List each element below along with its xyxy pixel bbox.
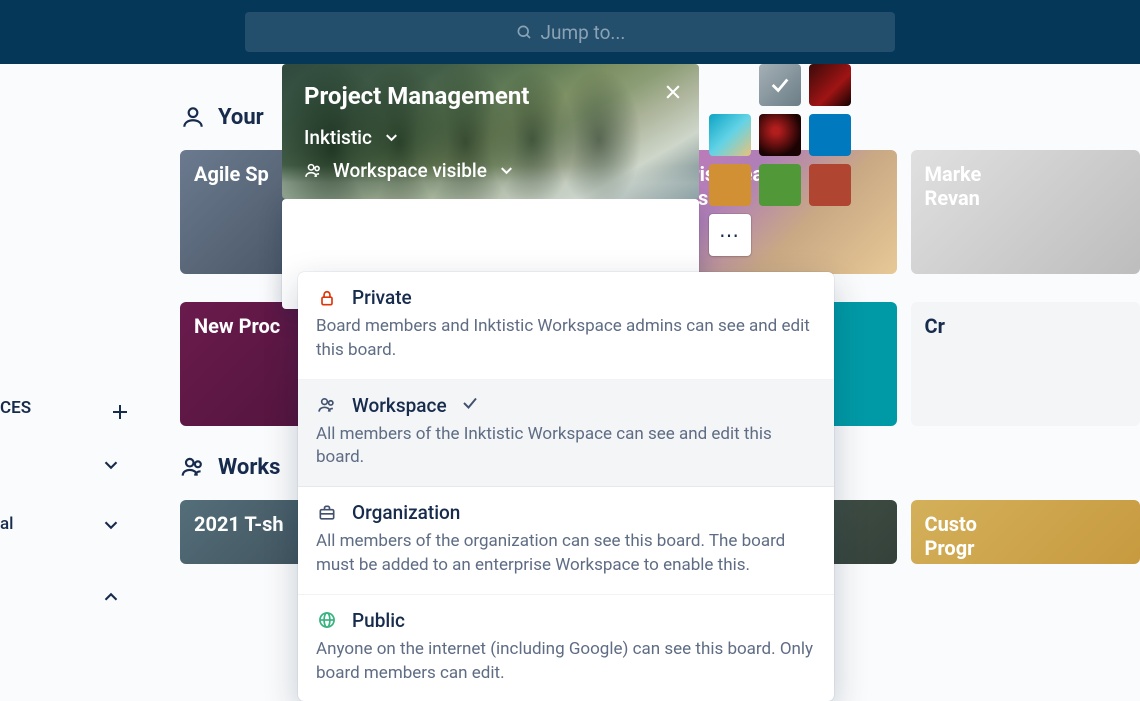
background-swatch-waves[interactable] (709, 114, 751, 156)
visibility-option-public[interactable]: Public Anyone on the internet (including … (298, 595, 834, 701)
visibility-option-label: Private (352, 286, 412, 309)
background-swatch-orange[interactable] (709, 164, 751, 206)
chevron-down-icon[interactable] (100, 454, 122, 476)
chevron-down-icon (497, 161, 516, 180)
background-swatch-blue[interactable] (809, 114, 851, 156)
search-input[interactable]: Jump to... (245, 12, 895, 52)
workspace-selector[interactable]: Inktistic (304, 126, 677, 149)
section-your-label: Your (218, 105, 264, 130)
background-swatch-green[interactable] (759, 164, 801, 206)
people-icon (316, 395, 338, 415)
search-placeholder: Jump to... (541, 21, 626, 44)
background-more-button[interactable]: ⋯ (709, 214, 751, 256)
people-icon (304, 161, 323, 180)
section-workspace-label: Works (218, 455, 280, 480)
board-tile[interactable]: Cr (911, 302, 1140, 426)
visibility-selector[interactable]: Workspace visible (304, 159, 677, 182)
visibility-label: Workspace visible (333, 159, 487, 182)
chevron-down-icon (382, 128, 401, 147)
visibility-option-label: Public (352, 609, 405, 632)
briefcase-icon (316, 503, 338, 523)
visibility-option-private[interactable]: Private Board members and Inktistic Works… (298, 272, 834, 380)
visibility-option-organization[interactable]: Organization All members of the organizat… (298, 487, 834, 595)
lock-icon (316, 288, 338, 308)
visibility-option-desc: Anyone on the internet (including Google… (316, 638, 816, 686)
top-header: Jump to... (0, 0, 1140, 64)
background-swatch-mountain[interactable] (759, 64, 801, 106)
person-icon (180, 104, 206, 130)
visibility-option-desc: Board members and Inktistic Workspace ad… (316, 315, 816, 363)
background-swatch-rust[interactable] (809, 164, 851, 206)
people-icon (180, 454, 206, 480)
visibility-option-desc: All members of the Inktistic Workspace c… (316, 423, 816, 471)
board-preview: Project Management Inktistic Workspace v… (282, 64, 699, 199)
visibility-option-workspace[interactable]: Workspace All members of the Inktistic Wo… (298, 380, 834, 488)
background-swatch-dark-red[interactable] (759, 114, 801, 156)
chevron-up-icon[interactable] (100, 586, 122, 608)
background-picker: ⋯ (709, 64, 851, 256)
search-icon (515, 23, 533, 41)
sidebar-label: al (0, 514, 14, 534)
board-title[interactable]: Project Management (304, 82, 677, 110)
board-tile[interactable]: Marke Revan (911, 150, 1140, 274)
board-tile[interactable]: Custo Progr (911, 500, 1140, 564)
chevron-down-icon[interactable] (100, 514, 122, 536)
globe-icon (316, 610, 338, 630)
close-button[interactable] (663, 82, 683, 106)
workspace-name: Inktistic (304, 126, 372, 149)
visibility-option-label: Workspace (352, 394, 447, 417)
background-swatch-abstract-red[interactable] (809, 64, 851, 106)
visibility-dropdown: Private Board members and Inktistic Works… (298, 272, 834, 701)
check-icon (461, 394, 479, 417)
sidebar-label: CES (0, 398, 31, 418)
visibility-option-desc: All members of the organization can see … (316, 530, 816, 578)
visibility-option-label: Organization (352, 501, 460, 524)
add-icon[interactable] (108, 400, 132, 424)
check-icon (769, 74, 791, 96)
